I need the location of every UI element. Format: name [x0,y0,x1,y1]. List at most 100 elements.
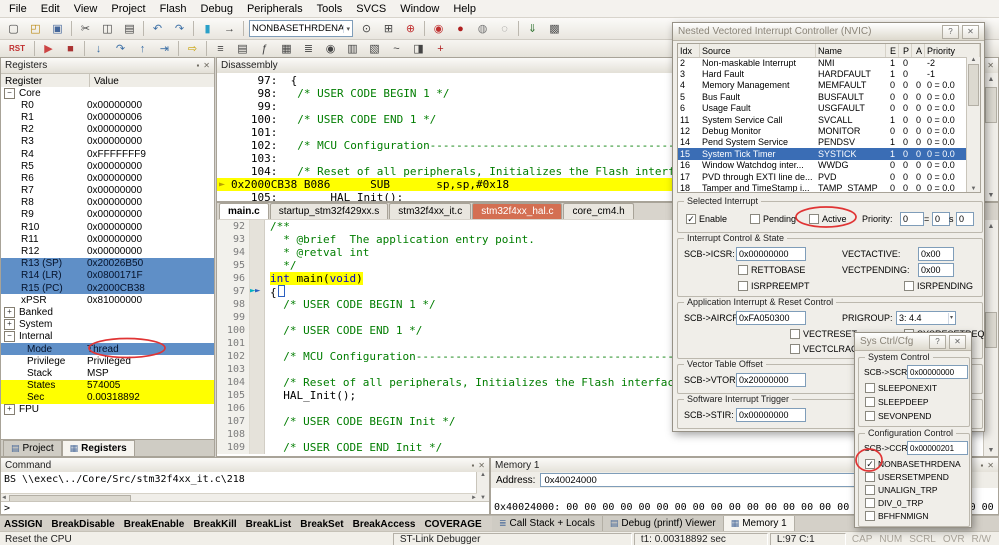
register-row-r5[interactable]: R5 0x00000000 [1,160,214,172]
rettobase-checkbox[interactable] [738,265,748,275]
scroll-track[interactable] [967,63,980,186]
scb-vtor-field[interactable]: 0x20000000 [736,373,806,387]
analysis-window-icon[interactable]: ~ [386,39,407,58]
active-checkbox[interactable] [809,214,819,224]
menu-help[interactable]: Help [446,2,483,16]
editor-scrollbar[interactable]: ▲ ▼ [983,220,998,456]
step-over-icon[interactable]: ↷ [110,39,131,58]
nvic-row-pvd[interactable]: 17 PVD through EXTI line de... PVD 0 0 0 0 = 0… [678,171,967,182]
register-row-r12[interactable]: R12 0x00000000 [1,245,214,257]
disassembly-window-icon[interactable]: ▤ [232,39,253,58]
chevron-down-icon[interactable]: ▾ [343,24,350,33]
undo-icon[interactable]: ↶ [147,19,168,38]
incremental-find-icon[interactable]: ⊕ [400,19,421,38]
tab-registers[interactable]: ▦ Registers [61,440,135,456]
nvic-row-pendsv[interactable]: 14 Pend System Service PENDSV 1 0 0 0 = 0.0 [678,137,967,148]
nvic-row-wwdg[interactable]: 16 Window Watchdog inter... WWDG 0 0 0 0 = 0.0 [678,160,967,171]
scroll-down-icon[interactable]: ▼ [988,189,995,201]
call-stack-window-icon[interactable]: ≣ [298,39,319,58]
register-row-r4[interactable]: R4 0xFFFFFFF9 [1,148,214,160]
scroll-up-icon[interactable]: ▲ [988,73,995,85]
nvic-row-systick[interactable]: 15 System Tick Timer SYSTICK 1 0 0 0 = 0.0 [678,148,967,160]
pin-icon[interactable]: ▪ [980,461,983,470]
tab-debug-printf-viewer[interactable]: ▤ Debug (printf) Viewer [602,516,724,531]
register-row-states[interactable]: States 574005 [1,379,214,392]
command-keyword-breakaccess[interactable]: BreakAccess [353,519,416,530]
pin-icon[interactable]: ▪ [471,461,474,470]
scroll-down-icon[interactable]: ▼ [971,186,977,192]
sys-dialog-titlebar[interactable]: Sys Ctrl/Cfg ? ✕ [855,333,971,351]
serial-window-icon[interactable]: ▧ [364,39,385,58]
unalign-trp-checkbox[interactable] [865,484,875,495]
close-icon[interactable]: ✕ [949,334,966,349]
nvic-row-monitor[interactable]: 12 Debug Monitor MONITOR 0 0 0 0 = 0.0 [678,125,967,136]
register-row-r3[interactable]: R3 0x00000000 [1,136,214,148]
memory-address-input[interactable]: 0x40024000 [540,473,879,487]
command-keyword-assign[interactable]: ASSIGN [4,519,42,530]
nvic-row-memfault[interactable]: 4 Memory Management MEMFAULT 0 0 0 0 = 0.0 [678,80,967,91]
menu-window[interactable]: Window [393,2,446,16]
scb-aircr-field[interactable]: 0xFA050300 [736,311,806,325]
pin-icon[interactable]: ▪ [196,61,199,70]
enable-checkbox[interactable]: ✓ [686,214,696,224]
cut-icon[interactable]: ✂ [75,19,96,38]
nvic-row-svcall[interactable]: 11 System Service Call SVCALL 1 0 0 0 = 0.0 [678,114,967,125]
registers-panel-header[interactable]: Registers ▪ ✕ [1,58,214,74]
tab-startup-stm32f429xx-s[interactable]: startup_stm32f429xx.s [269,203,389,219]
command-keyword-breakset[interactable]: BreakSet [300,519,343,530]
start-stop-debug-icon[interactable]: ◉ [428,19,449,38]
nvic-row-tamp-stamp[interactable]: 18 Tamper and TimeStamp i... TAMP_STAMP 0 0 0… [678,182,967,192]
register-row-r2[interactable]: R2 0x00000000 [1,124,214,136]
paste-icon[interactable]: ▤ [119,19,140,38]
tab-call-stack-locals[interactable]: ≣ Call Stack + Locals [492,516,603,531]
show-next-statement-icon[interactable]: ⇨ [182,39,203,58]
help-icon[interactable]: ? [929,334,946,349]
priority-sub-input[interactable]: 0 [956,212,974,226]
register-row-stack[interactable]: Stack MSP [1,367,214,379]
menu-file[interactable]: File [2,2,34,16]
sevonpend-checkbox[interactable] [865,411,875,421]
help-icon[interactable]: ? [942,24,959,39]
reset-icon[interactable]: RST [3,39,31,58]
nvic-row-busfault[interactable]: 5 Bus Fault BUSFAULT 0 0 0 0 = 0.0 [678,91,967,102]
nvic-dialog-titlebar[interactable]: Nested Vectored Interrupt Controller (NV… [673,23,984,41]
usersetmpend-checkbox[interactable] [865,471,875,482]
register-row-r15-pc[interactable]: R15 (PC) 0x2000CB38 [1,282,214,295]
scb-ccr-field[interactable]: 0x00000201 [907,441,968,455]
scb-stir-field[interactable]: 0x00000000 [736,408,806,422]
command-keyword-breakdisable[interactable]: BreakDisable [51,519,114,530]
register-row-r14-lr[interactable]: R14 (LR) 0x0800171F [1,269,214,282]
vectactive-field[interactable]: 0x00 [918,247,954,261]
command-keyword-breakkill[interactable]: BreakKill [193,519,236,530]
tab-project[interactable]: ▤ Project [3,440,62,456]
nonbasethrdena-checkbox[interactable]: ✓ [865,458,875,469]
insert-breakpoint-icon[interactable]: ● [450,19,471,38]
register-group-internal[interactable]: − Internal [1,331,214,343]
close-icon[interactable]: ✕ [478,461,485,470]
scroll-thumb[interactable] [968,64,979,106]
close-icon[interactable]: ✕ [987,461,994,470]
tree-toggle-icon[interactable]: + [4,319,15,331]
scb-icsr-field[interactable]: 0x00000000 [736,247,806,261]
vectpending-field[interactable]: 0x00 [918,263,954,277]
symbol-window-icon[interactable]: ƒ [254,39,275,58]
run-icon[interactable]: ▶ [38,39,59,58]
register-row-privilege[interactable]: Privilege Privileged [1,355,214,367]
register-group-core[interactable]: − Core [1,87,214,99]
toolbox-icon[interactable]: + [430,39,451,58]
scroll-track[interactable] [984,85,998,189]
step-out-icon[interactable]: ↑ [132,39,153,58]
register-row-xpsr[interactable]: xPSR 0x81000000 [1,294,214,306]
command-window-icon[interactable]: ≡ [210,39,231,58]
register-row-r9[interactable]: R9 0x00000000 [1,209,214,221]
tree-toggle-icon[interactable]: − [4,87,15,99]
tab-stm32f4xx-it-c[interactable]: stm32f4xx_it.c [389,203,472,219]
register-row-r1[interactable]: R1 0x00000006 [1,111,214,123]
scroll-track[interactable] [984,232,998,444]
register-row-r13-sp[interactable]: R13 (SP) 0x20026B50 [1,257,214,270]
tab-memory-1[interactable]: ▦ Memory 1 [723,516,795,531]
close-icon[interactable]: ✕ [203,61,210,70]
register-row-sec[interactable]: Sec 0.00318892 [1,391,214,404]
close-icon[interactable]: ✕ [987,61,994,70]
chevron-down-icon[interactable]: ▾ [947,312,953,324]
